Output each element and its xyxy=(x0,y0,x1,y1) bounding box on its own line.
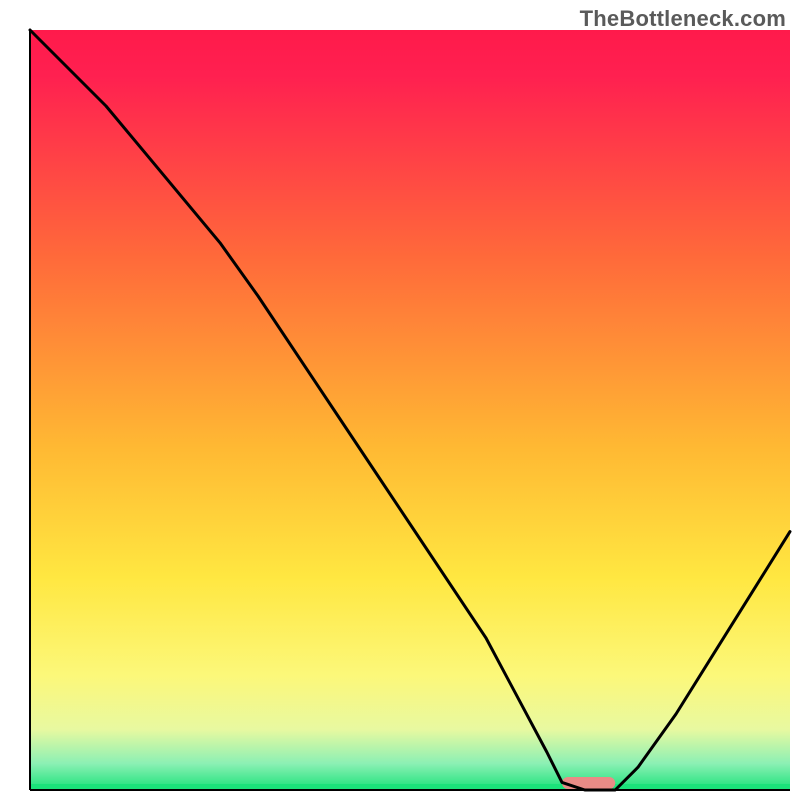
plot-area xyxy=(30,30,790,790)
gradient-background xyxy=(30,30,790,790)
chart-frame: TheBottleneck.com xyxy=(0,0,800,800)
bottleneck-chart xyxy=(0,0,800,800)
optimum-marker xyxy=(562,777,615,789)
watermark-text: TheBottleneck.com xyxy=(580,6,786,32)
